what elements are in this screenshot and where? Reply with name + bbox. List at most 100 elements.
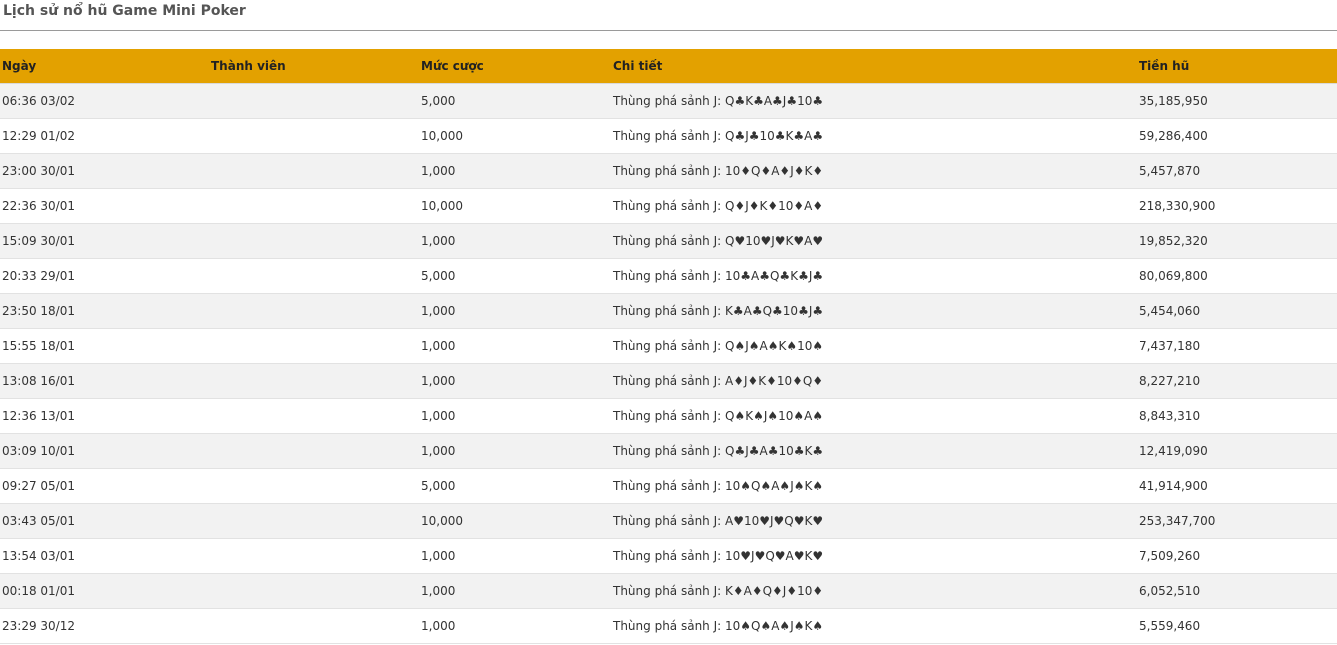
cell-member [209, 328, 419, 364]
cell-bet: 1,000 [419, 608, 611, 644]
cell-detail: Thùng phá sảnh J: Q♣J♣A♣10♣K♣ [611, 433, 1137, 469]
cell-detail: Thùng phá sảnh J: Q♠K♠J♠10♠A♠ [611, 398, 1137, 434]
cell-bet: 1,000 [419, 153, 611, 189]
cell-detail: Thùng phá sảnh J: Q♣J♣10♣K♣A♣ [611, 118, 1137, 154]
table-row: 13:08 16/01 1,000 Thùng phá sảnh J: A♦J♦K♦… [0, 363, 1337, 399]
cell-bet: 5,000 [419, 83, 611, 119]
cell-bet: 10,000 [419, 188, 611, 224]
cell-member [209, 573, 419, 609]
cell-date: 23:50 18/01 [0, 293, 209, 329]
cell-member [209, 468, 419, 504]
cell-detail: Thùng phá sảnh J: Q♦J♦K♦10♦A♦ [611, 188, 1137, 224]
cell-date: 15:09 30/01 [0, 223, 209, 259]
cell-jackpot: 35,185,950 [1137, 83, 1337, 119]
cell-member [209, 188, 419, 224]
cell-detail: Thùng phá sảnh J: A♦J♦K♦10♦Q♦ [611, 363, 1137, 399]
column-header-date[interactable]: Ngày [0, 49, 209, 84]
cell-member [209, 223, 419, 259]
cell-bet: 1,000 [419, 293, 611, 329]
jackpot-history-table-container: Ngày Thành viên Mức cược Chi tiết Tiền h… [0, 49, 1337, 644]
cell-jackpot: 253,347,700 [1137, 503, 1337, 539]
cell-bet: 1,000 [419, 398, 611, 434]
cell-detail: Thùng phá sảnh J: 10♦Q♦A♦J♦K♦ [611, 153, 1137, 189]
table-row: 06:36 03/02 5,000 Thùng phá sảnh J: Q♣K♣A♣… [0, 83, 1337, 119]
cell-detail: Thùng phá sảnh J: Q♣K♣A♣J♣10♣ [611, 83, 1137, 119]
jackpot-history-table: Ngày Thành viên Mức cược Chi tiết Tiền h… [0, 49, 1337, 644]
cell-detail: Thùng phá sảnh J: A♥10♥J♥Q♥K♥ [611, 503, 1137, 539]
table-row: 12:29 01/02 10,000 Thùng phá sảnh J: Q♣J♣1… [0, 118, 1337, 154]
cell-detail: Thùng phá sảnh J: K♣A♣Q♣10♣J♣ [611, 293, 1137, 329]
column-header-detail[interactable]: Chi tiết [611, 49, 1137, 84]
cell-bet: 10,000 [419, 118, 611, 154]
table-row: 03:43 05/01 10,000 Thùng phá sảnh J: A♥10♥… [0, 503, 1337, 539]
cell-detail: Thùng phá sảnh J: 10♣A♣Q♣K♣J♣ [611, 258, 1137, 294]
table-row: 15:09 30/01 1,000 Thùng phá sảnh J: Q♥10♥J… [0, 223, 1337, 259]
cell-bet: 5,000 [419, 258, 611, 294]
cell-jackpot: 19,852,320 [1137, 223, 1337, 259]
table-header-row: Ngày Thành viên Mức cược Chi tiết Tiền h… [0, 49, 1337, 84]
cell-date: 22:36 30/01 [0, 188, 209, 224]
cell-detail: Thùng phá sảnh J: 10♠Q♠A♠J♠K♠ [611, 468, 1137, 504]
cell-member [209, 538, 419, 574]
cell-date: 20:33 29/01 [0, 258, 209, 294]
cell-date: 15:55 18/01 [0, 328, 209, 364]
cell-jackpot: 8,227,210 [1137, 363, 1337, 399]
cell-bet: 10,000 [419, 503, 611, 539]
page-header: Lịch sử nổ hũ Game Mini Poker [0, 0, 1337, 31]
cell-bet: 5,000 [419, 468, 611, 504]
table-row: 03:09 10/01 1,000 Thùng phá sảnh J: Q♣J♣A♣… [0, 433, 1337, 469]
cell-bet: 1,000 [419, 538, 611, 574]
cell-jackpot: 5,559,460 [1137, 608, 1337, 644]
table-body: 06:36 03/02 5,000 Thùng phá sảnh J: Q♣K♣A♣… [0, 83, 1337, 644]
cell-date: 23:29 30/12 [0, 608, 209, 644]
cell-member [209, 398, 419, 434]
cell-date: 12:29 01/02 [0, 118, 209, 154]
cell-bet: 1,000 [419, 328, 611, 364]
table-row: 12:36 13/01 1,000 Thùng phá sảnh J: Q♠K♠J♠… [0, 398, 1337, 434]
cell-detail: Thùng phá sảnh J: Q♠J♠A♠K♠10♠ [611, 328, 1137, 364]
page-title: Lịch sử nổ hũ Game Mini Poker [3, 3, 246, 19]
table-row: 22:36 30/01 10,000 Thùng phá sảnh J: Q♦J♦K… [0, 188, 1337, 224]
cell-date: 23:00 30/01 [0, 153, 209, 189]
cell-jackpot: 80,069,800 [1137, 258, 1337, 294]
cell-date: 12:36 13/01 [0, 398, 209, 434]
cell-date: 13:54 03/01 [0, 538, 209, 574]
cell-bet: 1,000 [419, 363, 611, 399]
table-row: 00:18 01/01 1,000 Thùng phá sảnh J: K♦A♦Q♦… [0, 573, 1337, 609]
cell-jackpot: 218,330,900 [1137, 188, 1337, 224]
cell-date: 00:18 01/01 [0, 573, 209, 609]
table-header: Ngày Thành viên Mức cược Chi tiết Tiền h… [0, 49, 1337, 84]
column-header-member[interactable]: Thành viên [209, 49, 419, 84]
table-row: 23:29 30/12 1,000 Thùng phá sảnh J: 10♠Q♠A… [0, 608, 1337, 644]
table-row: 15:55 18/01 1,000 Thùng phá sảnh J: Q♠J♠A♠… [0, 328, 1337, 364]
cell-jackpot: 41,914,900 [1137, 468, 1337, 504]
cell-member [209, 293, 419, 329]
cell-member [209, 433, 419, 469]
cell-member [209, 258, 419, 294]
cell-date: 03:43 05/01 [0, 503, 209, 539]
cell-member [209, 608, 419, 644]
table-row: 23:50 18/01 1,000 Thùng phá sảnh J: K♣A♣Q♣… [0, 293, 1337, 329]
cell-detail: Thùng phá sảnh J: 10♠Q♠A♠J♠K♠ [611, 608, 1137, 644]
cell-member [209, 363, 419, 399]
cell-jackpot: 6,052,510 [1137, 573, 1337, 609]
cell-jackpot: 5,454,060 [1137, 293, 1337, 329]
cell-jackpot: 7,437,180 [1137, 328, 1337, 364]
table-row: 09:27 05/01 5,000 Thùng phá sảnh J: 10♠Q♠A… [0, 468, 1337, 504]
cell-date: 09:27 05/01 [0, 468, 209, 504]
cell-date: 06:36 03/02 [0, 83, 209, 119]
cell-jackpot: 59,286,400 [1137, 118, 1337, 154]
cell-bet: 1,000 [419, 573, 611, 609]
table-row: 20:33 29/01 5,000 Thùng phá sảnh J: 10♣A♣Q… [0, 258, 1337, 294]
cell-date: 03:09 10/01 [0, 433, 209, 469]
cell-jackpot: 8,843,310 [1137, 398, 1337, 434]
column-header-bet[interactable]: Mức cược [419, 49, 611, 84]
table-row: 23:00 30/01 1,000 Thùng phá sảnh J: 10♦Q♦A… [0, 153, 1337, 189]
table-row: 13:54 03/01 1,000 Thùng phá sảnh J: 10♥J♥Q… [0, 538, 1337, 574]
cell-detail: Thùng phá sảnh J: K♦A♦Q♦J♦10♦ [611, 573, 1137, 609]
cell-member [209, 118, 419, 154]
cell-jackpot: 12,419,090 [1137, 433, 1337, 469]
cell-bet: 1,000 [419, 433, 611, 469]
column-header-jackpot[interactable]: Tiền hũ [1137, 49, 1337, 84]
cell-member [209, 153, 419, 189]
